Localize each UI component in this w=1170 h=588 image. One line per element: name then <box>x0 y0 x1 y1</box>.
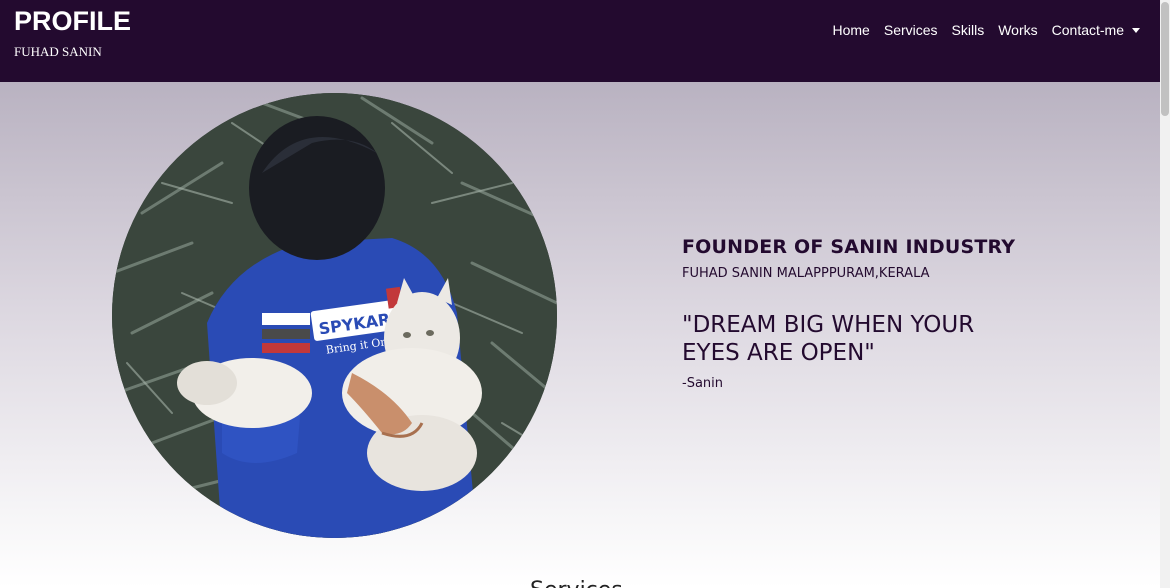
nav-link-services[interactable]: Services <box>884 20 938 40</box>
brand-subtitle: FUHAD SANIN <box>14 44 102 59</box>
navbar: PROFILE FUHAD SANIN Home Services Skills… <box>0 0 1160 82</box>
nav-link-works[interactable]: Works <box>998 20 1037 40</box>
page-scrollbar[interactable] <box>1160 0 1170 588</box>
services-section-title: Services <box>530 576 623 588</box>
hero-info: FOUNDER OF SANIN INDUSTRY FUHAD SANIN MA… <box>682 236 1022 391</box>
quote-author: -Sanin <box>682 376 723 391</box>
scrollbar-thumb[interactable] <box>1161 2 1169 116</box>
hero-quote: "DREAM BIG WHEN YOUR EYES ARE OPEN" <box>682 312 975 366</box>
hero-section: SPYKAR Bring it On FOUNDER OF SANIN INDU… <box>0 82 1160 588</box>
nav-link-skills[interactable]: Skills <box>952 20 985 40</box>
hero-heading: FOUNDER OF SANIN INDUSTRY <box>682 236 1016 258</box>
hero-subheading: FUHAD SANIN MALAPPPURAM,KERALA <box>682 266 930 281</box>
nav-link-contact-label: Contact-me <box>1051 22 1124 38</box>
caret-down-icon <box>1132 27 1140 33</box>
brand-title[interactable]: PROFILE <box>14 6 131 37</box>
nav-dropdown-contact[interactable]: Contact-me <box>1052 20 1140 40</box>
profile-photo: SPYKAR Bring it On <box>112 93 557 538</box>
nav-link-home[interactable]: Home <box>833 20 870 40</box>
nav-links: Home Services Skills Works Contact-me <box>819 20 1140 40</box>
